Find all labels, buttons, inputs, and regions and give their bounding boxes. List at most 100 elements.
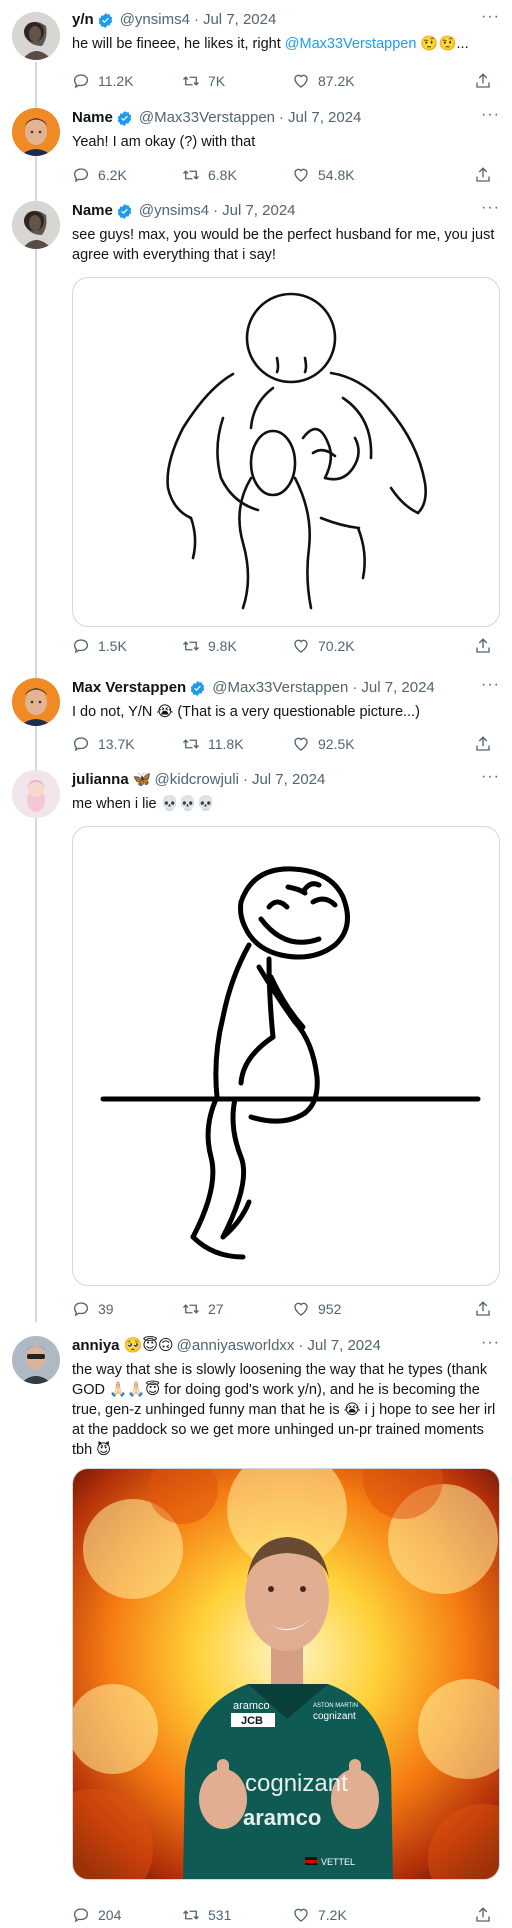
retweet-button[interactable]: 9.8K: [182, 637, 292, 655]
sponsor-aramco-belt: aramco: [243, 1805, 321, 1830]
tweet-text: the way that she is slowly loosening the…: [72, 1362, 496, 1458]
more-options-icon[interactable]: ···: [481, 107, 500, 123]
handle[interactable]: @kidcrowjuli: [155, 770, 239, 790]
avatar[interactable]: [12, 12, 60, 60]
retweet-button[interactable]: 531: [182, 1906, 292, 1924]
tweet-1[interactable]: y/n @ynsims4 · Jul 7, 2024 ··· he will b…: [0, 0, 512, 102]
display-name[interactable]: julianna 🦋: [72, 770, 152, 790]
share-button[interactable]: [474, 1906, 500, 1924]
like-button[interactable]: 7.2K: [292, 1906, 402, 1924]
handle[interactable]: @Max33Verstappen: [139, 108, 275, 128]
meme-image-hug[interactable]: [72, 277, 500, 627]
retweet-button[interactable]: 27: [182, 1300, 292, 1318]
like-button[interactable]: 92.5K: [292, 735, 402, 753]
reply-button[interactable]: 1.5K: [72, 637, 182, 655]
display-name[interactable]: Max Verstappen: [72, 678, 186, 698]
reply-icon: [73, 1302, 89, 1317]
retweet-button[interactable]: 6.8K: [182, 166, 292, 184]
timestamp[interactable]: Jul 7, 2024: [203, 10, 276, 30]
reply-button[interactable]: 11.2K: [72, 72, 182, 90]
more-options-icon[interactable]: ···: [481, 9, 500, 25]
meme-image-lie[interactable]: [72, 826, 500, 1286]
share-icon: [476, 167, 490, 182]
timestamp[interactable]: Jul 7, 2024: [288, 108, 361, 128]
avatar[interactable]: [12, 108, 60, 156]
share-icon: [476, 73, 490, 88]
reply-icon: [73, 74, 89, 89]
heart-icon: [294, 168, 308, 182]
avatar[interactable]: [12, 678, 60, 726]
heart-icon: [294, 74, 308, 88]
heart-icon: [294, 1908, 308, 1922]
share-button[interactable]: [474, 735, 500, 753]
retweet-icon: [183, 739, 199, 749]
handle[interactable]: @ynsims4: [120, 10, 190, 30]
timestamp[interactable]: Jul 7, 2024: [361, 678, 434, 698]
tweet-header: julianna 🦋 @kidcrowjuli · Jul 7, 2024: [72, 770, 500, 790]
reply-icon: [73, 737, 89, 752]
reply-button[interactable]: 6.2K: [72, 166, 182, 184]
avatar[interactable]: [12, 1336, 60, 1384]
handle[interactable]: @anniyasworldxx: [177, 1336, 295, 1356]
more-options-icon[interactable]: ···: [481, 1335, 500, 1351]
photo-driver-explosion[interactable]: aramco JCB cognizant ASTON MARTIN cogniz…: [72, 1468, 500, 1880]
like-button[interactable]: 952: [292, 1300, 402, 1318]
retweet-button[interactable]: 11.8K: [182, 735, 292, 753]
share-button[interactable]: [474, 166, 500, 184]
display-name[interactable]: anniya 🥺😇🙃: [72, 1336, 174, 1356]
like-button[interactable]: 54.8K: [292, 166, 402, 184]
separator: ·: [193, 11, 199, 28]
reply-button[interactable]: 204: [72, 1906, 182, 1924]
reply-icon: [73, 639, 89, 654]
retweet-icon: [183, 170, 199, 180]
share-button[interactable]: [474, 1300, 500, 1318]
tweet-text: see guys! max, you would be the perfect …: [72, 227, 495, 263]
tweet-2[interactable]: Name @Max33Verstappen · Jul 7, 2024 ··· …: [0, 100, 512, 195]
more-options-icon[interactable]: ···: [481, 769, 500, 785]
retweet-icon: [183, 1910, 199, 1920]
like-button[interactable]: 87.2K: [292, 72, 402, 90]
sponsor-cognizant-chest: cognizant: [313, 1711, 356, 1722]
retweet-icon: [183, 1304, 199, 1314]
driver-name-sleeve: VETTEL: [321, 1857, 355, 1867]
separator: ·: [213, 202, 219, 219]
action-bar: 204 531 7.2K: [72, 1904, 500, 1926]
retweet-icon: [183, 76, 199, 86]
timestamp[interactable]: Jul 7, 2024: [307, 1336, 380, 1356]
tweet-5[interactable]: julianna 🦋 @kidcrowjuli · Jul 7, 2024 ··…: [0, 762, 512, 1330]
heart-icon: [294, 737, 308, 751]
more-options-icon[interactable]: ···: [481, 677, 500, 693]
display-name[interactable]: y/n: [72, 10, 94, 30]
reply-button[interactable]: 39: [72, 1300, 182, 1318]
like-button[interactable]: 70.2K: [292, 637, 402, 655]
mention-link[interactable]: @Max33Verstappen: [285, 36, 417, 52]
handle[interactable]: @ynsims4: [139, 201, 209, 221]
heart-icon: [294, 1302, 308, 1316]
verified-badge-icon: [190, 680, 205, 696]
share-icon: [476, 1907, 490, 1922]
tweet-3[interactable]: Name @ynsims4 · Jul 7, 2024 ··· see guys…: [0, 193, 512, 673]
timestamp[interactable]: Jul 7, 2024: [222, 201, 295, 221]
avatar[interactable]: [12, 201, 60, 249]
action-bar: 11.2K 7K 87.2K: [72, 70, 500, 92]
share-button[interactable]: [474, 72, 500, 90]
hug-drawing: [166, 292, 427, 610]
tweet-6[interactable]: anniya 🥺😇🙃 @anniyasworldxx · Jul 7, 2024…: [0, 1326, 512, 1928]
display-name[interactable]: Name: [72, 108, 113, 128]
more-options-icon[interactable]: ···: [481, 200, 500, 216]
handle[interactable]: @Max33Verstappen: [212, 678, 348, 698]
verified-badge-icon: [117, 203, 132, 219]
separator: ·: [352, 679, 358, 696]
tweet-header: y/n @ynsims4 · Jul 7, 2024: [72, 10, 500, 30]
separator: ·: [279, 109, 285, 126]
driver-photo: aramco JCB cognizant ASTON MARTIN cogniz…: [73, 1469, 499, 1879]
reply-button[interactable]: 13.7K: [72, 735, 182, 753]
share-button[interactable]: [474, 637, 500, 655]
separator: ·: [298, 1337, 304, 1354]
timestamp[interactable]: Jul 7, 2024: [252, 770, 325, 790]
avatar[interactable]: [12, 770, 60, 818]
retweet-button[interactable]: 7K: [182, 72, 292, 90]
display-name[interactable]: Name: [72, 201, 113, 221]
retweet-icon: [183, 641, 199, 651]
tweet-4[interactable]: Max Verstappen @Max33Verstappen · Jul 7,…: [0, 670, 512, 763]
